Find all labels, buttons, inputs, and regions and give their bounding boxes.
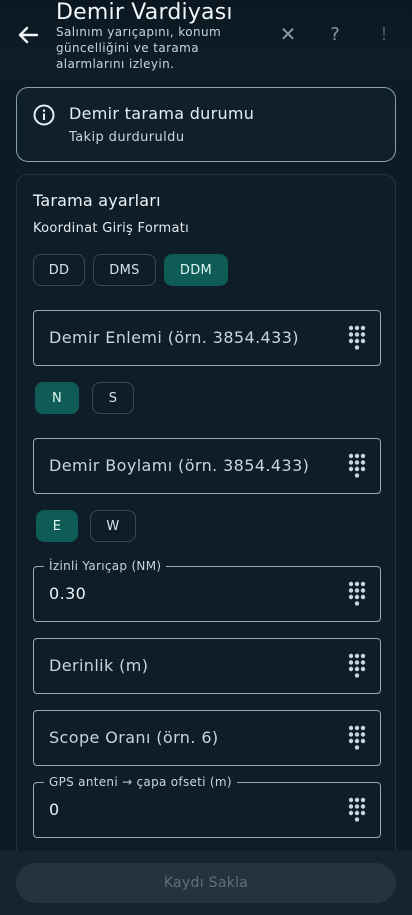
back-arrow-icon [18,26,38,44]
hemisphere-chip-w[interactable]: W [90,510,136,542]
page-subtitle: Salınım yarıçapını, konum güncelliğini v… [56,25,222,71]
status-subtitle: Takip durduruldu [69,130,185,145]
depth-field[interactable]: Derinlik (m) [33,638,381,694]
hemisphere-chip-e[interactable]: E [36,510,78,542]
gps-offset-label: GPS anteni → çapa ofseti (m) [44,775,237,789]
help-icon[interactable]: ? [323,24,347,45]
hemisphere-chip-s[interactable]: S [92,382,134,414]
section-title: Tarama ayarları [33,191,161,210]
info-icon [33,104,55,126]
top-app-bar: Demir Vardiyası Salınım yarıçapını, konu… [0,0,412,74]
dialpad-icon[interactable] [348,725,366,751]
dialpad-icon[interactable] [348,453,366,479]
coordinate-format-label: Koordinat Giriş Formatı [33,221,190,236]
hemisphere-chip-n[interactable]: N [35,382,79,414]
dialpad-icon[interactable] [348,797,366,823]
radius-value: 0.30 [49,584,87,603]
dialpad-icon[interactable] [348,581,366,607]
alert-icon[interactable]: ! [372,24,396,45]
bottom-action-bar: Kaydı Sakla [0,851,412,915]
depth-placeholder: Derinlik (m) [49,656,149,675]
format-chip-dd[interactable]: DD [33,254,85,286]
page-title: Demir Vardiyası [56,0,233,25]
scope-placeholder: Scope Oranı (örn. 6) [49,728,219,747]
anchor-latitude-field[interactable]: Demir Enlemi (örn. 3854.433) [33,310,381,366]
save-button[interactable]: Kaydı Sakla [16,863,396,903]
status-title: Demir tarama durumu [69,104,255,123]
gps-offset-value: 0 [49,800,60,819]
dialpad-icon[interactable] [348,653,366,679]
anchor-status-card: Demir tarama durumu Takip durduruldu [16,87,396,162]
radius-label: İzinli Yarıçap (NM) [44,559,167,573]
scope-ratio-field[interactable]: Scope Oranı (örn. 6) [33,710,381,766]
back-button[interactable] [12,21,44,49]
format-chip-ddm[interactable]: DDM [164,254,228,286]
latitude-placeholder: Demir Enlemi (örn. 3854.433) [49,328,299,347]
app-root: Demir Vardiyası Salınım yarıçapını, konu… [0,0,412,915]
allowed-radius-field[interactable]: İzinli Yarıçap (NM) 0.30 [33,559,381,622]
scan-settings-card: Tarama ayarları Koordinat Giriş Formatı … [16,174,396,915]
longitude-placeholder: Demir Boylamı (örn. 3854.433) [49,456,310,475]
gps-offset-field[interactable]: GPS anteni → çapa ofseti (m) 0 [33,775,381,838]
format-chip-dms[interactable]: DMS [93,254,156,286]
anchor-longitude-field[interactable]: Demir Boylamı (örn. 3854.433) [33,438,381,494]
close-icon[interactable]: ✕ [276,22,300,46]
dialpad-icon[interactable] [348,325,366,351]
